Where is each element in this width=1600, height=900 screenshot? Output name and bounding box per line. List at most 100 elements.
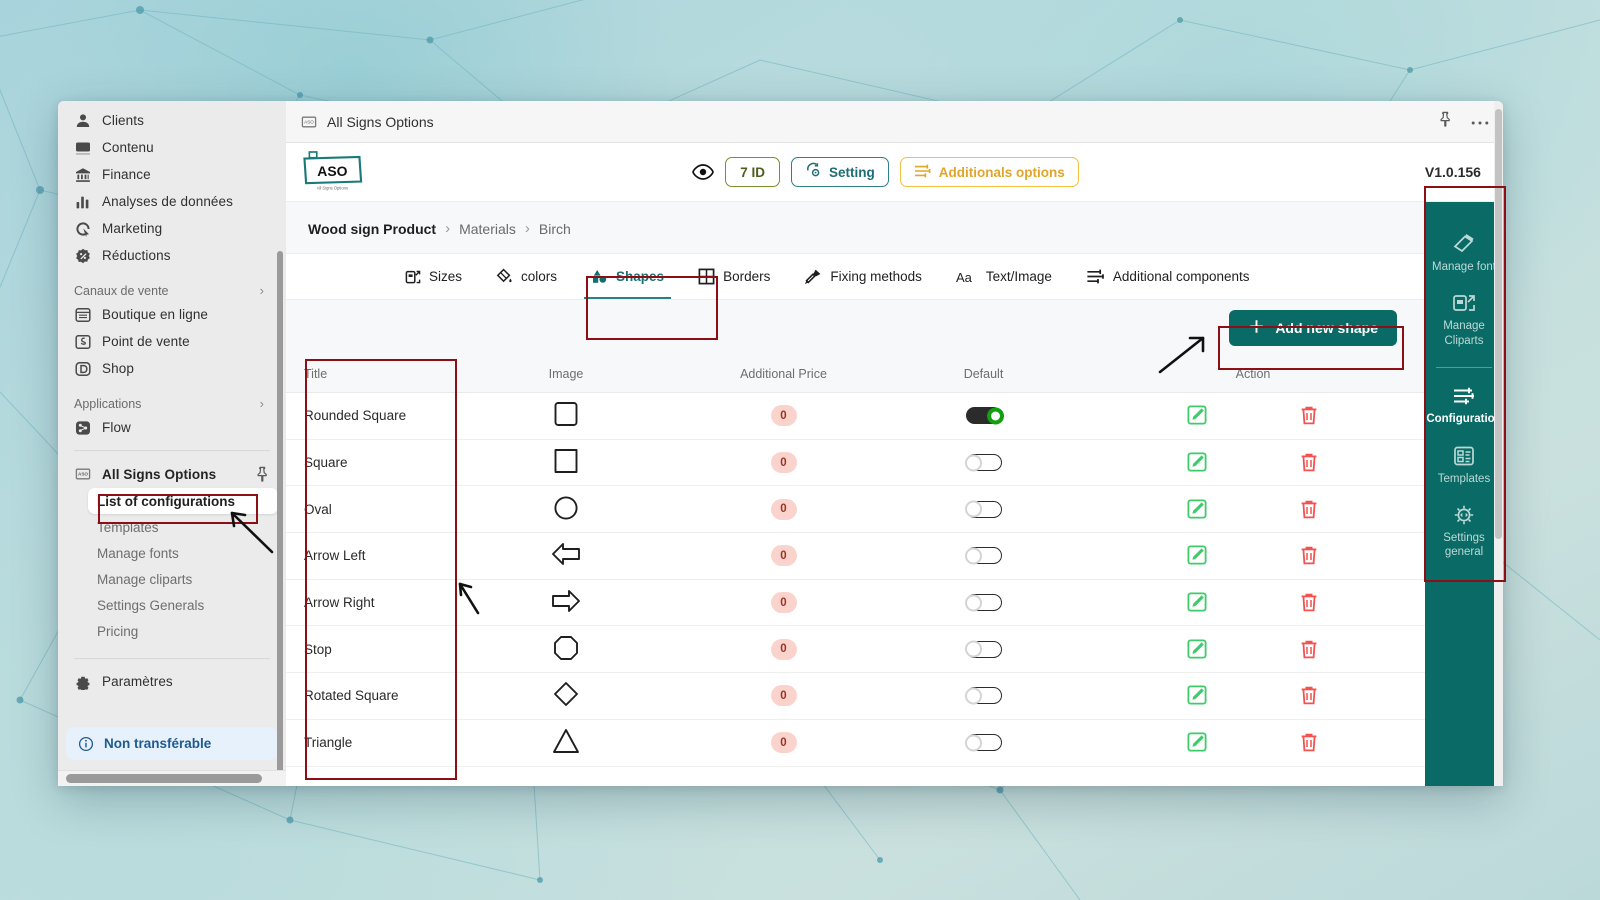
sidebar-item-label: Point de vente (102, 334, 190, 349)
sidebar-item-reductions[interactable]: Réductions (66, 242, 278, 269)
sidebar-item-point-de-vente[interactable]: Point de vente (66, 328, 278, 355)
chevron-right-icon[interactable]: › (260, 396, 264, 411)
app-content-row: Wood sign Product › Materials › Birch Si… (286, 202, 1503, 786)
sidebar-item-templates[interactable]: Templates (88, 514, 278, 540)
rail-item-label: Manage Cliparts (1429, 319, 1499, 348)
breadcrumb-leaf[interactable]: Birch (539, 221, 571, 237)
trash-icon[interactable] (1297, 683, 1321, 708)
app-vertical-scrollbar[interactable] (1494, 101, 1503, 786)
default-toggle[interactable] (966, 734, 1002, 751)
sidebar-item-finance[interactable]: Finance (66, 161, 278, 188)
toggle-knob (965, 734, 982, 751)
sidebar-item-manage-cliparts[interactable]: Manage cliparts (88, 566, 278, 592)
non-transferable-banner[interactable]: Non transférable (66, 727, 278, 760)
trash-icon[interactable] (1297, 403, 1321, 428)
edit-pencil-icon[interactable] (1185, 543, 1209, 568)
tab-sizes[interactable]: Sizes (388, 254, 479, 299)
tab-borders[interactable]: Borders (681, 254, 787, 299)
sidebar-item-analyses[interactable]: Analyses de données (66, 188, 278, 215)
aso-logo: ASO All Signs Options (302, 150, 366, 195)
shop-icon (74, 360, 91, 377)
price-badge: 0 (771, 545, 797, 566)
tab-fixing-methods[interactable]: Fixing methods (787, 254, 939, 299)
sidebar-item-boutique-en-ligne[interactable]: Boutique en ligne (66, 301, 278, 328)
chevron-right-icon[interactable]: › (260, 283, 264, 298)
edit-pencil-icon[interactable] (1185, 683, 1209, 708)
rail-item-manage-cliparts[interactable]: Manage Cliparts (1425, 283, 1503, 357)
app-vertical-scrollbar-thumb[interactable] (1495, 109, 1502, 539)
sidebar-item-contenu[interactable]: Contenu (66, 134, 278, 161)
tab-additional-components[interactable]: Additional components (1069, 254, 1267, 299)
sidebar-app-all-signs-options[interactable]: ASO All Signs Options (66, 460, 278, 488)
rail-item-configuration[interactable]: Configuration (1425, 376, 1503, 435)
trash-icon[interactable] (1297, 543, 1321, 568)
trash-icon[interactable] (1297, 590, 1321, 615)
sidebar-section-applications[interactable]: Applications › (66, 396, 272, 411)
column-header-default: Default (886, 367, 1081, 381)
sidebar-item-settings-generals[interactable]: Settings Generals (88, 592, 278, 618)
tab-text-image[interactable]: Aa Text/Image (939, 254, 1069, 299)
trash-icon[interactable] (1297, 450, 1321, 475)
breadcrumb-root[interactable]: Wood sign Product (308, 221, 436, 237)
trash-icon[interactable] (1297, 637, 1321, 662)
edit-pencil-icon[interactable] (1185, 403, 1209, 428)
sidebar-item-shop[interactable]: Shop (66, 355, 278, 382)
text-aa-icon: Aa (956, 269, 978, 285)
edit-pencil-icon[interactable] (1185, 637, 1209, 662)
default-toggle[interactable] (966, 454, 1002, 471)
eye-icon[interactable] (692, 164, 714, 180)
rail-item-manage-font[interactable]: Manage font (1425, 224, 1503, 283)
sidebar-item-clients[interactable]: Clients (66, 107, 278, 134)
edit-pencil-icon[interactable] (1185, 730, 1209, 755)
app-main-content: Wood sign Product › Materials › Birch Si… (286, 202, 1425, 786)
trash-icon[interactable] (1297, 730, 1321, 755)
cell-default (886, 641, 1081, 658)
cell-additional-price: 0 (681, 592, 886, 613)
trash-icon[interactable] (1297, 497, 1321, 522)
sidebar-item-parametres[interactable]: Paramètres (66, 668, 278, 695)
rail-item-settings-general[interactable]: Settings general (1425, 495, 1503, 569)
shapes-icon (591, 268, 608, 285)
sidebar-item-label: Paramètres (102, 674, 173, 689)
pin-icon[interactable] (253, 466, 270, 483)
default-toggle[interactable] (966, 407, 1002, 424)
default-toggle[interactable] (966, 547, 1002, 564)
arrow-left-icon (550, 539, 582, 572)
sidebar-section-sales-channels[interactable]: Canaux de vente › (66, 283, 272, 298)
additionals-options-button[interactable]: Additionals options (900, 157, 1079, 187)
breadcrumb-mid[interactable]: Materials (459, 221, 516, 237)
add-new-shape-button[interactable]: Add new shape (1229, 310, 1397, 346)
cell-shape-preview (451, 586, 681, 619)
ellipsis-icon[interactable] (1471, 113, 1489, 131)
rounded-square-icon (551, 399, 581, 432)
default-toggle[interactable] (966, 594, 1002, 611)
pin-icon[interactable] (1437, 111, 1453, 132)
sidebar-item-flow[interactable]: Flow (66, 414, 278, 441)
id-badge[interactable]: 7 ID (725, 157, 780, 187)
cell-title: Arrow Right (286, 595, 451, 610)
tab-label: Text/Image (986, 269, 1052, 284)
sidebar-horizontal-scrollbar-thumb[interactable] (66, 774, 262, 783)
cell-action (1081, 497, 1425, 522)
sidebar-item-label: Finance (102, 167, 151, 182)
edit-pencil-icon[interactable] (1185, 497, 1209, 522)
sidebar-horizontal-scrollbar-track[interactable] (58, 770, 286, 786)
sidebar-item-pricing[interactable]: Pricing (88, 618, 278, 644)
flow-icon (74, 419, 91, 436)
sidebar-item-manage-fonts[interactable]: Manage fonts (88, 540, 278, 566)
default-toggle[interactable] (966, 501, 1002, 518)
table-body: Rounded Square0Square0Oval0Arrow Left0Ar… (286, 393, 1425, 767)
sidebar-item-list-of-configurations[interactable]: List of configurations (88, 488, 278, 514)
edit-pencil-icon[interactable] (1185, 590, 1209, 615)
sidebar-item-marketing[interactable]: Marketing (66, 215, 278, 242)
default-toggle[interactable] (966, 641, 1002, 658)
sidebar-sub-label: Manage fonts (97, 546, 179, 561)
sidebar-vertical-scrollbar[interactable] (277, 251, 283, 786)
rail-item-templates[interactable]: Templates (1425, 436, 1503, 495)
default-toggle[interactable] (966, 687, 1002, 704)
tab-colors[interactable]: colors (479, 254, 574, 299)
edit-pencil-icon[interactable] (1185, 450, 1209, 475)
column-header-image: Image (451, 367, 681, 381)
tab-shapes[interactable]: Shapes (574, 254, 681, 299)
setting-button[interactable]: Setting (791, 157, 889, 187)
